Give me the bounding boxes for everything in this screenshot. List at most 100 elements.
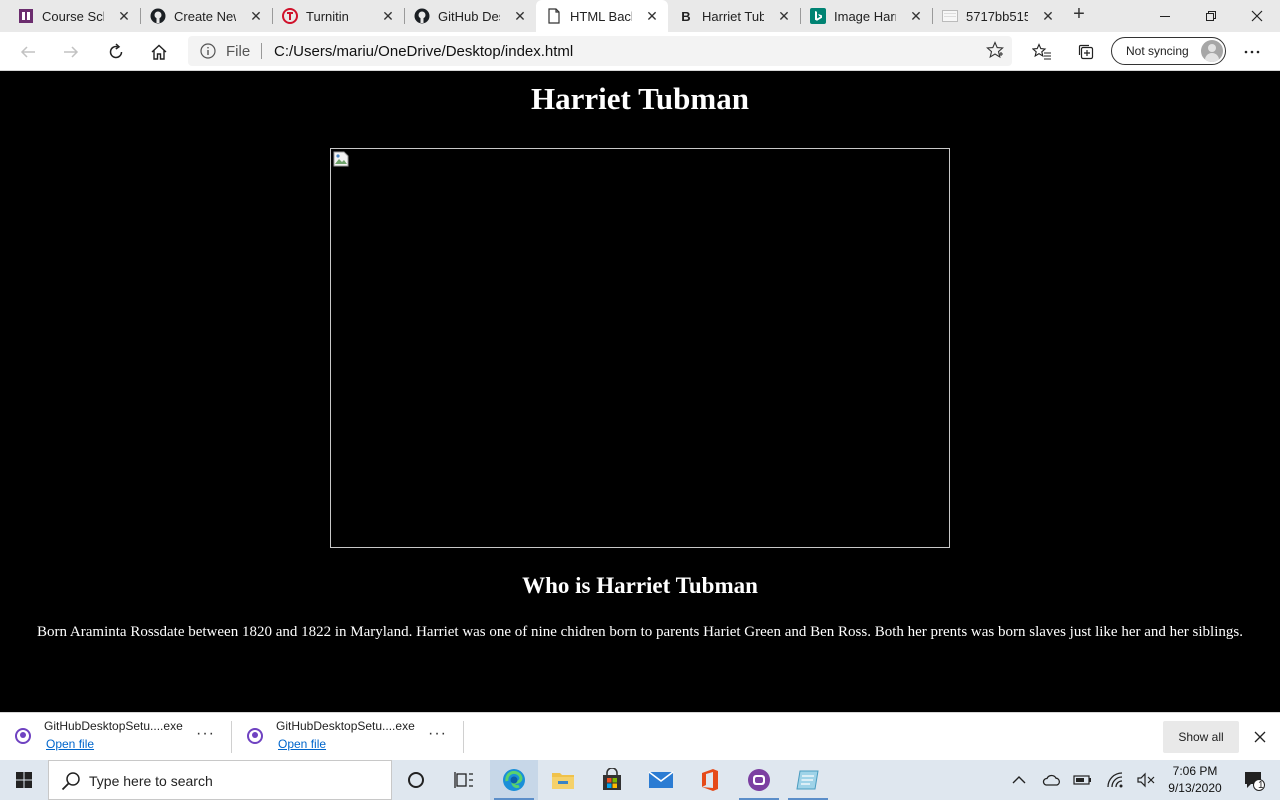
cortana-button[interactable] bbox=[392, 760, 440, 800]
tab-label: GitHub Desk bbox=[438, 8, 500, 24]
turnitin-icon bbox=[282, 8, 298, 24]
refresh-button[interactable] bbox=[102, 38, 130, 66]
cloud-icon bbox=[1042, 774, 1060, 786]
close-icon[interactable]: ✕ bbox=[380, 8, 396, 24]
action-center-button[interactable]: 1 bbox=[1234, 760, 1274, 800]
system-clock[interactable]: 7:06 PM 9/13/2020 bbox=[1160, 763, 1230, 797]
image-icon bbox=[942, 8, 958, 24]
more-options-icon[interactable]: ··· bbox=[196, 725, 215, 743]
address-bar[interactable]: File C:/Users/mariu/OneDrive/Desktop/ind… bbox=[188, 36, 1012, 66]
start-button[interactable] bbox=[0, 760, 48, 800]
close-icon[interactable]: ✕ bbox=[908, 8, 924, 24]
open-file-link[interactable]: Open file bbox=[278, 737, 326, 751]
github-desktop-icon bbox=[246, 727, 264, 750]
github-icon bbox=[414, 8, 430, 24]
tab-image-harriet[interactable]: Image Harrie ✕ bbox=[800, 0, 932, 32]
app-button-note[interactable] bbox=[784, 760, 832, 800]
tab-turnitin[interactable]: Turnitin ✕ bbox=[272, 0, 404, 32]
folder-icon bbox=[552, 773, 574, 789]
download-filename: GitHubDesktopSetu....exe bbox=[44, 719, 183, 733]
favorites-list-icon bbox=[1032, 43, 1051, 60]
show-hidden-icons-button[interactable] bbox=[1004, 760, 1034, 800]
close-icon[interactable]: ✕ bbox=[776, 8, 792, 24]
bio-paragraph: Born Araminta Rossdate between 1820 and … bbox=[37, 624, 1243, 640]
mail-icon bbox=[648, 771, 674, 788]
tab-label: Create New bbox=[174, 8, 236, 24]
tab-create-new[interactable]: Create New ✕ bbox=[140, 0, 272, 32]
show-all-button[interactable]: Show all bbox=[1163, 721, 1239, 753]
task-view-icon bbox=[454, 772, 473, 788]
tab-label: Image Harrie bbox=[834, 8, 896, 24]
back-button[interactable] bbox=[14, 38, 42, 66]
tab-image-file[interactable]: 5717bb5152 ✕ bbox=[932, 0, 1064, 32]
mail-button[interactable] bbox=[637, 760, 685, 800]
tab-label: HTML Backg bbox=[570, 8, 632, 24]
task-view-button[interactable] bbox=[440, 760, 488, 800]
close-icon[interactable]: ✕ bbox=[1040, 8, 1056, 24]
edge-icon bbox=[503, 769, 525, 791]
sync-label: Not syncing bbox=[1126, 44, 1189, 58]
notification-count: 1 bbox=[1258, 780, 1264, 791]
close-icon bbox=[1254, 731, 1266, 743]
download-bar: GitHubDesktopSetu....exe Open file ··· G… bbox=[0, 712, 1280, 760]
info-icon[interactable] bbox=[200, 43, 216, 64]
close-icon[interactable]: ✕ bbox=[644, 8, 660, 24]
file-explorer-button[interactable] bbox=[539, 760, 587, 800]
wifi-icon bbox=[1107, 772, 1123, 788]
download-item[interactable]: GitHubDesktopSetu....exe Open file ··· bbox=[232, 713, 464, 761]
battery-icon bbox=[1073, 775, 1091, 785]
wifi-tray-button[interactable] bbox=[1101, 760, 1131, 800]
tab-label: Harriet Tubn bbox=[702, 8, 764, 24]
restore-icon bbox=[1206, 11, 1216, 21]
more-options-icon[interactable]: ··· bbox=[428, 725, 447, 743]
store-button[interactable] bbox=[588, 760, 636, 800]
home-icon bbox=[151, 44, 167, 60]
back-arrow-icon bbox=[20, 46, 35, 58]
tab-strip: Course Sche ✕ Create New ✕ Turnitin ✕ Gi… bbox=[0, 0, 1280, 32]
volume-tray-button[interactable] bbox=[1131, 760, 1161, 800]
close-icon[interactable]: ✕ bbox=[248, 8, 264, 24]
page-icon bbox=[546, 8, 562, 24]
minimize-button[interactable] bbox=[1142, 0, 1188, 32]
office-button[interactable] bbox=[686, 760, 734, 800]
tab-github-desktop[interactable]: GitHub Desk ✕ bbox=[404, 0, 536, 32]
onedrive-tray-button[interactable] bbox=[1036, 760, 1066, 800]
url-text[interactable]: C:/Users/mariu/OneDrive/Desktop/index.ht… bbox=[274, 43, 573, 60]
open-file-link[interactable]: Open file bbox=[46, 737, 94, 751]
section-heading: Who is Harriet Tubman bbox=[522, 573, 758, 598]
note-app-icon bbox=[796, 770, 819, 790]
github-desktop-icon bbox=[14, 727, 32, 750]
refresh-icon bbox=[109, 43, 123, 59]
app-button-purple[interactable] bbox=[735, 760, 783, 800]
windows-taskbar: Type here to search 7:06 PM 9/13/2020 1 bbox=[0, 760, 1280, 800]
taskbar-search[interactable]: Type here to search bbox=[48, 760, 392, 800]
tab-label: Turnitin bbox=[306, 8, 349, 24]
tab-html-background[interactable]: HTML Backg ✕ bbox=[536, 0, 668, 32]
github-icon bbox=[150, 8, 166, 24]
restore-button[interactable] bbox=[1188, 0, 1234, 32]
sync-profile-button[interactable]: Not syncing bbox=[1111, 37, 1226, 65]
settings-menu-button[interactable] bbox=[1238, 38, 1266, 66]
favorites-button[interactable] bbox=[1028, 38, 1056, 66]
close-icon[interactable]: ✕ bbox=[116, 8, 132, 24]
download-item[interactable]: GitHubDesktopSetu....exe Open file ··· bbox=[0, 713, 232, 761]
close-icon bbox=[1251, 10, 1263, 22]
clock-time: 7:06 PM bbox=[1172, 764, 1218, 778]
bold-b-icon: B bbox=[681, 8, 691, 24]
edge-taskbar-button[interactable] bbox=[490, 760, 538, 800]
search-placeholder: Type here to search bbox=[89, 773, 213, 789]
chevron-up-icon bbox=[1012, 776, 1026, 784]
tab-label: Course Sche bbox=[42, 8, 104, 24]
close-icon[interactable]: ✕ bbox=[512, 8, 528, 24]
forward-button[interactable] bbox=[57, 38, 85, 66]
new-tab-button[interactable]: + bbox=[1068, 4, 1090, 26]
collections-button[interactable] bbox=[1072, 38, 1100, 66]
favorite-star-icon[interactable] bbox=[986, 41, 1004, 64]
tab-harriet-tubman[interactable]: B Harriet Tubn ✕ bbox=[668, 0, 800, 32]
broken-image bbox=[330, 148, 950, 548]
tab-course-schedule[interactable]: Course Sche ✕ bbox=[8, 0, 140, 32]
window-close-button[interactable] bbox=[1234, 0, 1280, 32]
battery-tray-button[interactable] bbox=[1068, 760, 1098, 800]
home-button[interactable] bbox=[145, 38, 173, 66]
close-download-bar-button[interactable] bbox=[1250, 727, 1270, 747]
